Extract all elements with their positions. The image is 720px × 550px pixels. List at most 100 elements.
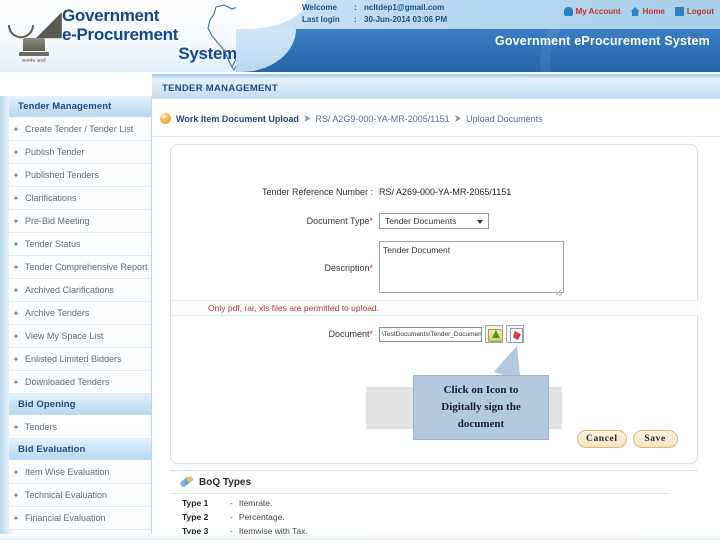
sidebar-group-heading: Bid Evaluation xyxy=(9,439,151,461)
sidebar-item-financial-evaluation[interactable]: ✦ Financial Evaluation xyxy=(9,507,151,530)
sidebar-item-label: Tender Comprehensive Report xyxy=(25,262,148,272)
breadcrumb-separator-2: ⮞ xyxy=(454,113,462,123)
bullet-arrow-icon: ✦ xyxy=(12,331,20,341)
document-type-row: Document Type* Tender Documents xyxy=(219,213,669,229)
sidebar-item-downloaded-tenders[interactable]: ✦ Downloaded Tenders xyxy=(9,371,151,394)
sidebar-item-archive-tenders[interactable]: ✦ Archive Tenders xyxy=(9,302,151,325)
bullet-arrow-icon: ✦ xyxy=(12,193,20,203)
bullet-arrow-icon: ✦ xyxy=(12,377,20,387)
welcome-email: ncltdep1@gmail.com xyxy=(364,3,445,12)
document-file-input[interactable]: \TestDocuments\Tender_Document.pdf xyxy=(379,326,482,342)
boq-list: Type 1- Itemrate. Type 2- Percentage. Type 3… xyxy=(170,494,698,536)
callout-line-3: document xyxy=(457,418,505,430)
sidebar: Tender Management ✦ Create Tender / Tender… xyxy=(0,96,152,540)
sidebar-item-clarifications[interactable]: ✦ Clarifications xyxy=(9,187,151,210)
sidebar-item-label: Tenders xyxy=(25,422,58,432)
document-type-select[interactable]: Tender Documents xyxy=(379,213,489,229)
sidebar-menu: Tender Management ✦ Create Tender / Tender… xyxy=(0,96,151,530)
header-system-title: Government eProcurement System xyxy=(494,34,710,48)
breadcrumb-separator-1: ⮞ xyxy=(303,113,311,123)
emblem-base xyxy=(19,51,49,56)
sidebar-item-publish-tender[interactable]: ✦ Publish Tender xyxy=(9,141,151,164)
upload-note: Only pdf, rar, xls files are permitted t… xyxy=(172,300,698,316)
page-header: ◡◢ सत्यमेव जयते Government e-Procurement… xyxy=(0,0,720,72)
sidebar-item-label: Item Wise Evaluation xyxy=(25,467,110,477)
save-button[interactable]: Save xyxy=(632,430,678,448)
boq-header: BoQ Types xyxy=(170,471,670,494)
sidebar-item-create-tender-tender-list[interactable]: ✦ Create Tender / Tender List xyxy=(9,118,151,141)
description-row: Description* xyxy=(219,241,689,298)
main-content: TENDER MANAGEMENT Work Item Document Upl… xyxy=(152,74,720,540)
boq-row-separator: - xyxy=(230,498,233,508)
breadcrumb-arrow-icon xyxy=(160,113,171,124)
sidebar-item-label: Clarifications xyxy=(25,193,77,203)
logout-link[interactable]: Logout xyxy=(674,7,714,16)
home-label: Home xyxy=(642,7,665,16)
tender-reference-row: Tender Reference Number : RS/ A269-000-Y… xyxy=(219,187,669,197)
sidebar-item-item-wise-evaluation[interactable]: ✦ Item Wise Evaluation xyxy=(9,461,151,484)
sidebar-item-label: Tender Status xyxy=(25,239,81,249)
bullet-arrow-icon: ✦ xyxy=(12,513,20,523)
sidebar-item-label: Create Tender / Tender List xyxy=(25,124,134,134)
home-icon xyxy=(630,7,640,16)
home-link[interactable]: Home xyxy=(630,7,665,16)
bullet-arrow-icon: ✦ xyxy=(12,308,20,318)
sidebar-item-label: Publish Tender xyxy=(25,147,85,157)
footer-band xyxy=(0,534,720,540)
bullet-arrow-icon: ✦ xyxy=(12,147,20,157)
bullet-arrow-icon: ✦ xyxy=(12,262,20,272)
sidebar-item-tender-status[interactable]: ✦ Tender Status xyxy=(9,233,151,256)
logout-icon xyxy=(674,7,684,16)
sidebar-item-label: View My Space List xyxy=(25,331,104,341)
sidebar-item-pre-bid-meeting[interactable]: ✦ Pre-Bid Meeting xyxy=(9,210,151,233)
bullet-arrow-icon: ✦ xyxy=(12,354,20,364)
document-label-text: Document xyxy=(328,329,370,339)
tender-reference-label: Tender Reference Number : xyxy=(261,187,373,197)
sidebar-item-enlisted-limited-bidders[interactable]: ✦ Enlisted Limited Bidders xyxy=(9,348,151,371)
sidebar-group-heading: Bid Opening xyxy=(9,394,151,416)
emblem-lions-icon: ◡◢ xyxy=(6,4,62,42)
cancel-button[interactable]: Cancel xyxy=(577,430,627,448)
textarea-resize-grip[interactable] xyxy=(556,290,562,296)
sidebar-item-label: Published Tenders xyxy=(25,170,99,180)
document-label: Document* xyxy=(219,329,379,339)
digital-signature-icon[interactable] xyxy=(506,325,524,343)
my-account-label: My Account xyxy=(575,7,621,16)
document-type-selected-value: Tender Documents xyxy=(385,216,457,226)
lastlogin-value: 30-Jun-2014 03:06 PM xyxy=(364,15,448,24)
bullet-arrow-icon: ✦ xyxy=(12,490,20,500)
tender-reference-value: RS/ A269-000-YA-MR-2065/1151 xyxy=(379,187,512,197)
description-label: Description* xyxy=(219,241,379,273)
boq-row-type: Type 2 xyxy=(182,512,209,522)
sidebar-item-tender-comprehensive-report[interactable]: ✦ Tender Comprehensive Report xyxy=(9,256,151,279)
callout-line-2: Digitally sign the xyxy=(441,401,521,413)
welcome-row: Welcome : ncltdep1@gmail.com xyxy=(302,2,447,14)
my-account-link[interactable]: My Account xyxy=(563,7,621,16)
boq-row: Type 2 - Percentage. xyxy=(170,508,698,522)
upload-folder-icon[interactable] xyxy=(485,325,503,343)
sidebar-item-label: Enlisted Limited Bidders xyxy=(25,354,122,364)
sidebar-item-archived-clarifications[interactable]: ✦ Archived Clarifications xyxy=(9,279,151,302)
bullet-arrow-icon: ✦ xyxy=(12,124,20,134)
sidebar-item-label: Archive Tenders xyxy=(25,308,90,318)
callout-line-1: Click on Icon to xyxy=(443,384,519,396)
bullet-arrow-icon: ✦ xyxy=(12,239,20,249)
sidebar-item-view-my-space-list[interactable]: ✦ View My Space List xyxy=(9,325,151,348)
bullet-arrow-icon: ✦ xyxy=(12,216,20,226)
sidebar-item-published-tenders[interactable]: ✦ Published Tenders xyxy=(9,164,151,187)
breadcrumb-current: Work Item Document Upload xyxy=(176,113,299,124)
sidebar-item-tenders[interactable]: ✦ Tenders xyxy=(9,416,151,439)
bullet-arrow-icon: ✦ xyxy=(12,170,20,180)
form-actions: Cancel Save xyxy=(577,430,678,448)
boq-pencil-icon xyxy=(180,476,193,489)
sidebar-item-technical-evaluation[interactable]: ✦ Technical Evaluation xyxy=(9,484,151,507)
sidebar-item-label: Technical Evaluation xyxy=(25,490,108,500)
instruction-callout: Click on Icon to Digitally sign the docu… xyxy=(413,375,549,440)
description-textarea[interactable] xyxy=(379,241,564,293)
lastlogin-label: Last login xyxy=(302,15,340,24)
sidebar-item-label: Pre-Bid Meeting xyxy=(25,216,90,226)
boq-row: Type 1 - Itemrate. xyxy=(170,494,698,508)
sidebar-group-heading: Tender Management xyxy=(9,96,151,118)
breadcrumb: Work Item Document Upload ⮞ RS/ A2G9-000… xyxy=(152,101,720,137)
user-icon xyxy=(563,7,573,16)
